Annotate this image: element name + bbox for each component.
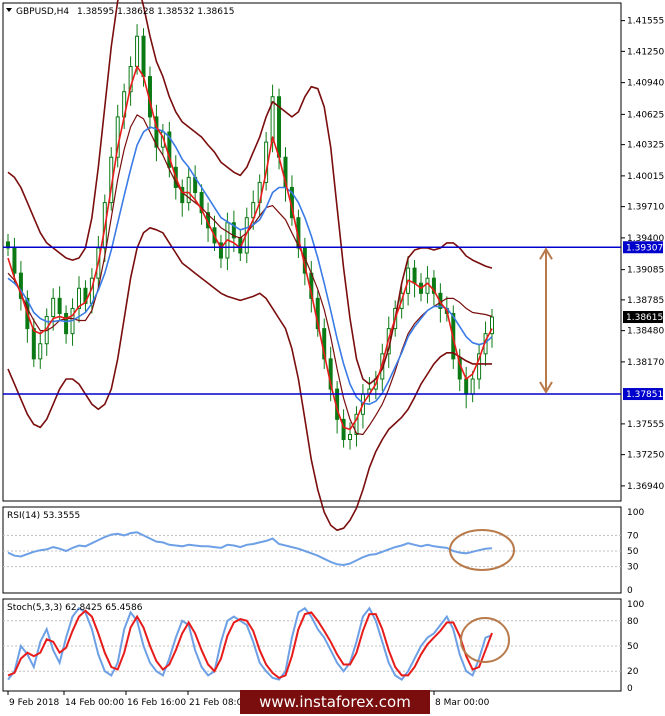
rsi-axis-tick: 100 [627,508,644,518]
candle-body [412,267,417,284]
candle-body [64,312,69,335]
stoch-label: Stoch(5,3,3) 62.8425 65.4586 [7,603,143,613]
trading-chart[interactable]: 1.41555 1.41250 1.40940 1.40625 1.40325 1.400… [0,0,665,716]
candle-body [141,35,146,78]
time-axis-tick: 8 Mar 00:00 [435,698,490,708]
candle-body [57,297,62,314]
watermark: www.instaforex.com [240,690,430,714]
rsi-axis-tick: 0 [627,586,633,596]
price-axis-tick: 1.40940 [627,79,664,89]
time-axis-tick: 21 Feb 08:00 [189,698,248,708]
rsi-axis-tick: 30 [627,563,639,573]
symbol-label: GBPUSD,H4 [16,7,69,17]
price-axis-tick: 1.38785 [627,296,664,306]
last-price-label: 1.38615 [626,313,663,323]
stoch-axis-tick: 0 [627,684,633,694]
resistance-level-label: 1.39307 [626,243,663,253]
stoch-axis-tick: 100 [627,600,644,610]
price-axis-tick: 1.41250 [627,47,664,57]
rsi-axis-tick: 70 [627,531,639,541]
stoch-axis-tick: 80 [627,617,639,627]
candle-body [38,343,43,360]
price-axis-tick: 1.37555 [627,420,664,430]
rsi-axis-tick: 50 [627,547,639,557]
stoch-axis-tick: 50 [627,642,639,652]
time-axis-tick: 14 Feb 00:00 [65,698,124,708]
candle-body [135,35,140,67]
price-header: GBPUSD,H4 1.38595 1.38628 1.38532 1.3861… [6,7,234,17]
price-axis-tick: 1.38480 [627,327,664,337]
stoch-axis-tick: 20 [627,667,639,677]
support-level-label: 1.37851 [626,390,663,400]
candle-body [425,277,430,294]
candle-body [470,378,475,395]
ohlc-label: 1.38595 1.38628 1.38532 1.38615 [77,7,234,17]
time-axis-tick: 16 Feb 16:00 [127,698,186,708]
candle-body [12,247,17,274]
candle-body [348,433,353,441]
candle-body [464,378,469,395]
price-panel[interactable] [2,2,622,502]
candle-body [51,297,56,318]
price-axis-tick: 1.38170 [627,358,664,368]
watermark-text: www.instaforex.com [259,693,411,711]
rsi-panel[interactable] [2,506,622,594]
time-axis-tick: 9 Feb 2018 [9,698,60,708]
price-axis-tick: 1.39085 [627,266,664,276]
candle-body [31,328,36,360]
price-axis-tick: 1.40015 [627,172,664,182]
price-axis-tick: 1.37250 [627,451,664,461]
price-axis-tick: 1.39710 [627,203,664,213]
price-axis-tick: 1.41555 [627,17,664,27]
price-axis-tick: 1.40325 [627,141,664,151]
rsi-label: RSI(14) 53.3555 [7,511,80,521]
price-axis-tick: 1.40625 [627,110,664,120]
price-axis-tick: 1.36940 [627,482,664,492]
